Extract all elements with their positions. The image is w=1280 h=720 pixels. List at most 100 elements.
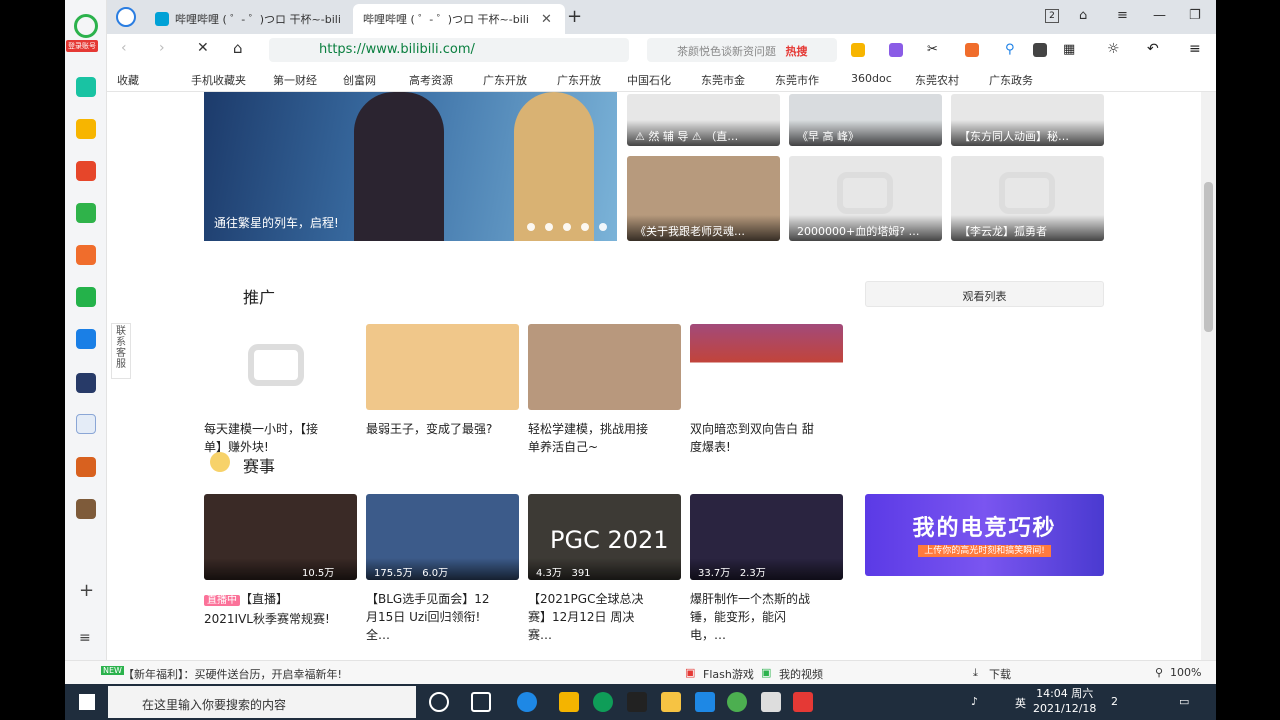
video-card[interactable]: PGC 2021 4.3万 391: [528, 494, 681, 580]
shield-icon[interactable]: [851, 43, 865, 57]
scrollbar[interactable]: [1201, 92, 1216, 660]
input-language[interactable]: 英: [1015, 695, 1026, 711]
plus-app-icon[interactable]: [76, 77, 96, 97]
bookmark-item[interactable]: 收藏: [117, 72, 139, 88]
game-icon[interactable]: [76, 457, 96, 477]
video-title[interactable]: 爆肝制作一个杰斯的战锤，能变形，能闪电，…: [690, 590, 820, 644]
back-icon[interactable]: ‹: [121, 40, 127, 56]
carousel-dots[interactable]: [527, 223, 607, 231]
cloud-icon[interactable]: [76, 287, 96, 307]
app2-taskbar-icon[interactable]: [793, 692, 813, 712]
hot-search-label[interactable]: 热搜: [786, 45, 808, 58]
tab-1[interactable]: 哔哩哔哩 ( ゜- ゜)つロ 干杯~-bili: [145, 4, 353, 34]
undo-icon[interactable]: ↶: [1147, 41, 1159, 57]
new-tab-button[interactable]: +: [567, 6, 582, 27]
edge-icon[interactable]: [593, 692, 613, 712]
esports-promo-banner[interactable]: 我的电竞巧秒 上传你的高光时刻和搞笑瞬间!: [865, 494, 1104, 576]
volume-icon[interactable]: ♪: [971, 695, 978, 708]
game2-icon[interactable]: [76, 499, 96, 519]
video-card[interactable]: 10.5万: [204, 494, 357, 580]
close-tab-icon[interactable]: ✕: [541, 12, 552, 27]
video-title[interactable]: 轻松学建模，挑战用接单养活自己~: [528, 420, 658, 456]
browser-taskbar-icon[interactable]: [727, 692, 747, 712]
game-toolbar-icon[interactable]: [965, 43, 979, 57]
windows-start-icon[interactable]: [79, 694, 95, 710]
hamburger-icon[interactable]: ≡: [1189, 41, 1201, 57]
search-box[interactable]: 茶颜悦色谈新资问题 热搜: [647, 38, 837, 62]
app-taskbar-icon[interactable]: [761, 692, 781, 712]
banner-carousel[interactable]: 通往繁星的列车，启程!: [204, 92, 617, 241]
bookmark-item[interactable]: 创富网: [343, 72, 376, 88]
browser-logo-icon[interactable]: [74, 14, 98, 38]
clock[interactable]: 14:04 周六 2021/12/18: [1033, 686, 1096, 716]
top-card[interactable]: 【李云龙】孤勇者: [951, 156, 1104, 241]
action-center-icon[interactable]: ▭: [1179, 695, 1189, 708]
taskbar-search[interactable]: 在这里输入你要搜索的内容: [108, 686, 416, 718]
news-ticker[interactable]: 【新年福利】：买硬件送台历，开启幸福新年!: [123, 666, 342, 682]
address-bar[interactable]: https://www.bilibili.com/: [269, 38, 629, 62]
navigation-icon[interactable]: [116, 7, 136, 27]
star-icon[interactable]: [76, 119, 96, 139]
magnifier-icon[interactable]: ⚲: [1005, 42, 1015, 57]
video-card[interactable]: [528, 324, 681, 410]
mail-icon[interactable]: [76, 203, 96, 223]
ie-icon[interactable]: [517, 692, 537, 712]
folder-icon[interactable]: [661, 692, 681, 712]
stop-icon[interactable]: ✕: [197, 40, 209, 56]
store-icon[interactable]: [559, 692, 579, 712]
bookmark-item[interactable]: 东莞市作: [775, 72, 819, 88]
video-title[interactable]: 直播中 【直播】2021IVL秋季赛常规赛!: [204, 590, 334, 628]
video-card[interactable]: 175.5万 6.0万: [366, 494, 519, 580]
video-card[interactable]: [690, 324, 843, 410]
watch-list-button[interactable]: 观看列表: [865, 281, 1104, 307]
video-title[interactable]: 最弱王子，变成了最强?: [366, 420, 496, 438]
translate-icon[interactable]: [889, 43, 903, 57]
bookmark-item[interactable]: 广东开放: [483, 72, 527, 88]
video-title[interactable]: 每天建模一小时，【接单】赚外块!: [204, 420, 334, 456]
grid-icon[interactable]: ▦: [1063, 42, 1075, 57]
terminal-icon[interactable]: [627, 692, 647, 712]
add-icon[interactable]: +: [79, 580, 94, 601]
restore-icon[interactable]: ❐: [1189, 8, 1201, 23]
bookmark-item[interactable]: 手机收藏夹: [191, 72, 246, 88]
video-title[interactable]: 【BLG选手见面会】12月15日 Uzi回归领衔! 全…: [366, 590, 496, 644]
zoom-level[interactable]: 100%: [1170, 666, 1201, 679]
notification-count[interactable]: 2: [1111, 695, 1118, 708]
bookmark-item[interactable]: 第一财经: [273, 72, 317, 88]
bookmark-item[interactable]: 广东开放: [557, 72, 601, 88]
cortana-icon[interactable]: [429, 692, 449, 712]
contact-service[interactable]: 联系客服: [111, 323, 131, 379]
scrollbar-thumb[interactable]: [1204, 182, 1213, 332]
screen-icon[interactable]: [1033, 43, 1047, 57]
brightness-icon[interactable]: ☼: [1107, 41, 1120, 57]
news-icon[interactable]: [76, 373, 96, 393]
p-app-icon[interactable]: [76, 329, 96, 349]
minimize-icon[interactable]: —: [1153, 8, 1166, 23]
video-card[interactable]: [204, 324, 357, 410]
top-card[interactable]: 《关于我跟老师灵魂…: [627, 156, 780, 241]
top-card[interactable]: ⚠ 然 辅 导 ⚠ （直…: [627, 94, 780, 146]
task-view-icon[interactable]: [471, 692, 491, 712]
bookmark-item[interactable]: 广东政务: [989, 72, 1033, 88]
bookmark-item[interactable]: 东莞农村: [915, 72, 959, 88]
flash-games-link[interactable]: Flash游戏: [703, 666, 754, 682]
video-card[interactable]: 33.7万 2.3万: [690, 494, 843, 580]
menu-icon[interactable]: ≡: [1117, 8, 1128, 23]
bookmark-item[interactable]: 中国石化: [627, 72, 671, 88]
top-card[interactable]: 【东方同人动画】秘…: [951, 94, 1104, 146]
bookmark-item[interactable]: 高考资源: [409, 72, 453, 88]
menu-list-icon[interactable]: ≡: [79, 630, 91, 646]
download-link[interactable]: 下载: [989, 666, 1011, 682]
video-title[interactable]: 双向暗恋到双向告白 甜度爆表!: [690, 420, 820, 456]
bookmark-item[interactable]: 东莞市金: [701, 72, 745, 88]
home-icon[interactable]: ⌂: [233, 39, 243, 57]
login-badge[interactable]: 登录账号: [66, 40, 98, 52]
bookmark-item[interactable]: 360doc: [851, 72, 892, 85]
scissors-icon[interactable]: ✂: [927, 42, 938, 57]
weibo-icon[interactable]: [76, 161, 96, 181]
mail-taskbar-icon[interactable]: [695, 692, 715, 712]
tab-2[interactable]: 哔哩哔哩 ( ゜- ゜)つロ 干杯~-bili ✕: [353, 4, 565, 34]
my-video-link[interactable]: 我的视频: [779, 666, 823, 682]
discount-icon[interactable]: [76, 245, 96, 265]
top-card[interactable]: 《早 高 峰》: [789, 94, 942, 146]
